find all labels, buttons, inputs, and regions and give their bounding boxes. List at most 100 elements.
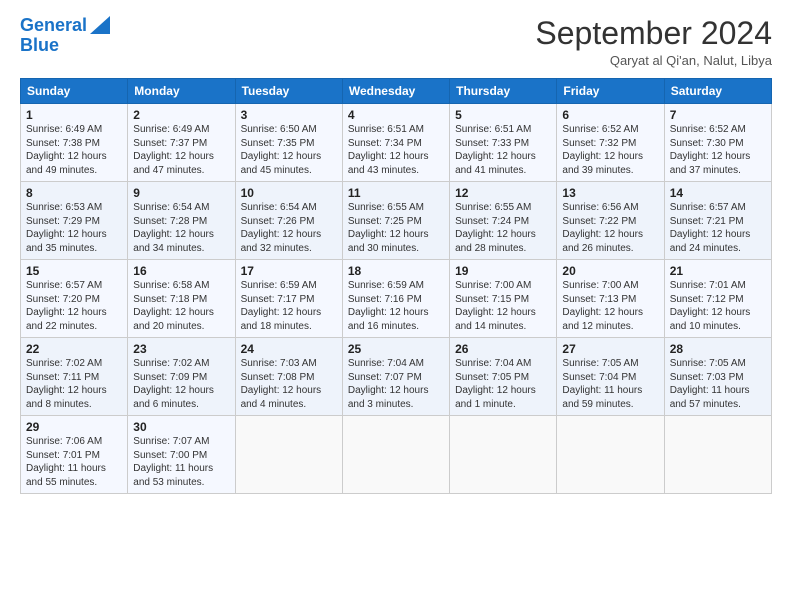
calendar-cell: 10 Sunrise: 6:54 AM Sunset: 7:26 PM Dayl… [235,182,342,260]
calendar-cell: 1 Sunrise: 6:49 AM Sunset: 7:38 PM Dayli… [21,104,128,182]
logo: General Blue [20,16,110,56]
day-header-tuesday: Tuesday [235,79,342,104]
day-info: Sunrise: 6:49 AM Sunset: 7:38 PM Dayligh… [26,123,122,177]
title-section: September 2024 Qaryat al Qi'an, Nalut, L… [535,16,772,68]
calendar-cell: 12 Sunrise: 6:55 AM Sunset: 7:24 PM Dayl… [450,182,557,260]
day-number: 6 [562,108,658,122]
day-header-friday: Friday [557,79,664,104]
day-number: 25 [348,342,444,356]
day-number: 18 [348,264,444,278]
calendar-cell: 7 Sunrise: 6:52 AM Sunset: 7:30 PM Dayli… [664,104,771,182]
calendar-cell [342,416,449,494]
day-number: 30 [133,420,229,434]
calendar-cell: 2 Sunrise: 6:49 AM Sunset: 7:37 PM Dayli… [128,104,235,182]
day-info: Sunrise: 7:04 AM Sunset: 7:07 PM Dayligh… [348,357,444,411]
day-info: Sunrise: 6:52 AM Sunset: 7:30 PM Dayligh… [670,123,766,177]
month-title: September 2024 [535,16,772,51]
day-info: Sunrise: 6:54 AM Sunset: 7:26 PM Dayligh… [241,201,337,255]
day-number: 16 [133,264,229,278]
calendar-page: General Blue September 2024 Qaryat al Qi… [0,0,792,612]
calendar-cell: 29 Sunrise: 7:06 AM Sunset: 7:01 PM Dayl… [21,416,128,494]
day-header-thursday: Thursday [450,79,557,104]
day-number: 28 [670,342,766,356]
page-header: General Blue September 2024 Qaryat al Qi… [20,16,772,68]
day-number: 17 [241,264,337,278]
calendar-cell: 15 Sunrise: 6:57 AM Sunset: 7:20 PM Dayl… [21,260,128,338]
day-number: 20 [562,264,658,278]
calendar-cell: 11 Sunrise: 6:55 AM Sunset: 7:25 PM Dayl… [342,182,449,260]
day-number: 27 [562,342,658,356]
day-info: Sunrise: 6:51 AM Sunset: 7:33 PM Dayligh… [455,123,551,177]
day-info: Sunrise: 6:50 AM Sunset: 7:35 PM Dayligh… [241,123,337,177]
day-info: Sunrise: 7:05 AM Sunset: 7:03 PM Dayligh… [670,357,766,411]
calendar-cell: 19 Sunrise: 7:00 AM Sunset: 7:15 PM Dayl… [450,260,557,338]
calendar-cell: 14 Sunrise: 6:57 AM Sunset: 7:21 PM Dayl… [664,182,771,260]
calendar-cell: 5 Sunrise: 6:51 AM Sunset: 7:33 PM Dayli… [450,104,557,182]
calendar-cell: 22 Sunrise: 7:02 AM Sunset: 7:11 PM Dayl… [21,338,128,416]
day-info: Sunrise: 6:56 AM Sunset: 7:22 PM Dayligh… [562,201,658,255]
day-header-sunday: Sunday [21,79,128,104]
calendar-cell: 8 Sunrise: 6:53 AM Sunset: 7:29 PM Dayli… [21,182,128,260]
day-number: 7 [670,108,766,122]
calendar-cell: 4 Sunrise: 6:51 AM Sunset: 7:34 PM Dayli… [342,104,449,182]
calendar-cell: 3 Sunrise: 6:50 AM Sunset: 7:35 PM Dayli… [235,104,342,182]
day-info: Sunrise: 6:59 AM Sunset: 7:16 PM Dayligh… [348,279,444,333]
day-info: Sunrise: 7:00 AM Sunset: 7:13 PM Dayligh… [562,279,658,333]
day-info: Sunrise: 7:05 AM Sunset: 7:04 PM Dayligh… [562,357,658,411]
day-info: Sunrise: 7:02 AM Sunset: 7:09 PM Dayligh… [133,357,229,411]
calendar-cell: 27 Sunrise: 7:05 AM Sunset: 7:04 PM Dayl… [557,338,664,416]
calendar-cell: 9 Sunrise: 6:54 AM Sunset: 7:28 PM Dayli… [128,182,235,260]
logo-text: General [20,16,87,36]
calendar-cell: 13 Sunrise: 6:56 AM Sunset: 7:22 PM Dayl… [557,182,664,260]
day-number: 9 [133,186,229,200]
day-number: 22 [26,342,122,356]
day-info: Sunrise: 7:06 AM Sunset: 7:01 PM Dayligh… [26,435,122,489]
day-number: 15 [26,264,122,278]
day-info: Sunrise: 6:55 AM Sunset: 7:25 PM Dayligh… [348,201,444,255]
day-number: 1 [26,108,122,122]
day-number: 11 [348,186,444,200]
day-number: 21 [670,264,766,278]
day-info: Sunrise: 6:59 AM Sunset: 7:17 PM Dayligh… [241,279,337,333]
day-number: 2 [133,108,229,122]
day-header-monday: Monday [128,79,235,104]
day-info: Sunrise: 6:51 AM Sunset: 7:34 PM Dayligh… [348,123,444,177]
day-number: 13 [562,186,658,200]
day-info: Sunrise: 6:57 AM Sunset: 7:21 PM Dayligh… [670,201,766,255]
day-info: Sunrise: 7:02 AM Sunset: 7:11 PM Dayligh… [26,357,122,411]
calendar-table: SundayMondayTuesdayWednesdayThursdayFrid… [20,78,772,494]
calendar-cell: 25 Sunrise: 7:04 AM Sunset: 7:07 PM Dayl… [342,338,449,416]
day-info: Sunrise: 7:04 AM Sunset: 7:05 PM Dayligh… [455,357,551,411]
calendar-cell: 20 Sunrise: 7:00 AM Sunset: 7:13 PM Dayl… [557,260,664,338]
logo-icon [88,14,110,36]
day-number: 3 [241,108,337,122]
day-number: 24 [241,342,337,356]
day-number: 8 [26,186,122,200]
day-info: Sunrise: 6:54 AM Sunset: 7:28 PM Dayligh… [133,201,229,255]
day-info: Sunrise: 7:07 AM Sunset: 7:00 PM Dayligh… [133,435,229,489]
day-info: Sunrise: 6:53 AM Sunset: 7:29 PM Dayligh… [26,201,122,255]
day-info: Sunrise: 6:55 AM Sunset: 7:24 PM Dayligh… [455,201,551,255]
day-info: Sunrise: 6:57 AM Sunset: 7:20 PM Dayligh… [26,279,122,333]
day-number: 10 [241,186,337,200]
day-number: 5 [455,108,551,122]
calendar-cell: 24 Sunrise: 7:03 AM Sunset: 7:08 PM Dayl… [235,338,342,416]
calendar-cell [664,416,771,494]
calendar-cell: 21 Sunrise: 7:01 AM Sunset: 7:12 PM Dayl… [664,260,771,338]
day-number: 26 [455,342,551,356]
day-number: 12 [455,186,551,200]
day-header-wednesday: Wednesday [342,79,449,104]
calendar-cell: 6 Sunrise: 6:52 AM Sunset: 7:32 PM Dayli… [557,104,664,182]
day-number: 19 [455,264,551,278]
day-info: Sunrise: 7:01 AM Sunset: 7:12 PM Dayligh… [670,279,766,333]
logo-line2: Blue [20,36,110,56]
location: Qaryat al Qi'an, Nalut, Libya [535,53,772,68]
calendar-cell [450,416,557,494]
day-info: Sunrise: 6:49 AM Sunset: 7:37 PM Dayligh… [133,123,229,177]
calendar-cell: 26 Sunrise: 7:04 AM Sunset: 7:05 PM Dayl… [450,338,557,416]
calendar-cell: 16 Sunrise: 6:58 AM Sunset: 7:18 PM Dayl… [128,260,235,338]
day-info: Sunrise: 7:00 AM Sunset: 7:15 PM Dayligh… [455,279,551,333]
day-header-saturday: Saturday [664,79,771,104]
calendar-cell [235,416,342,494]
calendar-cell: 28 Sunrise: 7:05 AM Sunset: 7:03 PM Dayl… [664,338,771,416]
